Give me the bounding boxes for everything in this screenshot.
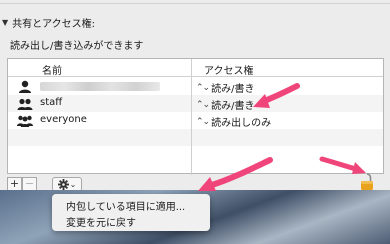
empty-row bbox=[8, 129, 383, 146]
panel-top-edge bbox=[0, 0, 390, 4]
group-icon bbox=[17, 98, 33, 110]
column-header-access[interactable]: アクセス権 bbox=[204, 62, 254, 77]
sharing-section-title: 共有とアクセス権: bbox=[12, 18, 96, 30]
sharing-section-header[interactable]: ▼ 共有とアクセス権: bbox=[2, 14, 95, 30]
menu-item-revert-changes[interactable]: 変更を元に戻す bbox=[66, 214, 136, 229]
permissions-table: 名前 アクセス権 ⌃⌄ 読み/書き staff ⌃⌄ 読み/書き everyon… bbox=[7, 58, 384, 175]
action-dropdown-menu: 内包している項目に適用... 変更を元に戻す bbox=[52, 194, 210, 231]
gear-icon bbox=[57, 179, 69, 190]
menu-item-apply-to-enclosed[interactable]: 内包している項目に適用... bbox=[66, 198, 185, 213]
column-header-name[interactable]: 名前 bbox=[42, 62, 62, 77]
table-row[interactable]: ⌃⌄ 読み/書き bbox=[8, 78, 383, 95]
access-cell[interactable]: ⌃⌄ 読み出しのみ bbox=[196, 114, 272, 130]
chevron-down-icon: ⌄ bbox=[69, 179, 77, 189]
access-cell[interactable]: ⌃⌄ 読み/書き bbox=[196, 97, 255, 113]
user-name: everyone bbox=[40, 114, 87, 125]
blurred-user-name bbox=[40, 82, 160, 91]
stepper-icon[interactable]: ⌃⌄ bbox=[196, 100, 210, 110]
table-header: 名前 アクセス権 bbox=[8, 59, 383, 77]
sharing-permissions-panel: ▼ 共有とアクセス権: 読み出し/書き込みができます 名前 アクセス権 ⌃⌄ 読… bbox=[0, 0, 390, 192]
user-name: staff bbox=[40, 97, 63, 108]
table-row[interactable]: staff ⌃⌄ 読み/書き bbox=[8, 95, 383, 112]
stepper-icon[interactable]: ⌃⌄ bbox=[196, 83, 210, 93]
disclosure-triangle-icon[interactable]: ▼ bbox=[2, 18, 8, 27]
table-row[interactable]: everyone ⌃⌄ 読み出しのみ bbox=[8, 112, 383, 129]
access-summary-text: 読み出し/書き込みができます bbox=[10, 41, 144, 52]
everyone-icon bbox=[17, 115, 33, 127]
column-divider bbox=[191, 59, 192, 175]
access-cell[interactable]: ⌃⌄ 読み/書き bbox=[196, 80, 255, 96]
access-value: 読み/書き bbox=[211, 101, 255, 112]
access-value: 読み出しのみ bbox=[211, 118, 272, 129]
single-user-icon bbox=[19, 80, 31, 93]
access-value: 読み/書き bbox=[211, 84, 255, 95]
stepper-icon[interactable]: ⌃⌄ bbox=[196, 117, 210, 127]
empty-row bbox=[8, 146, 383, 163]
lock-open-icon[interactable] bbox=[360, 173, 374, 191]
